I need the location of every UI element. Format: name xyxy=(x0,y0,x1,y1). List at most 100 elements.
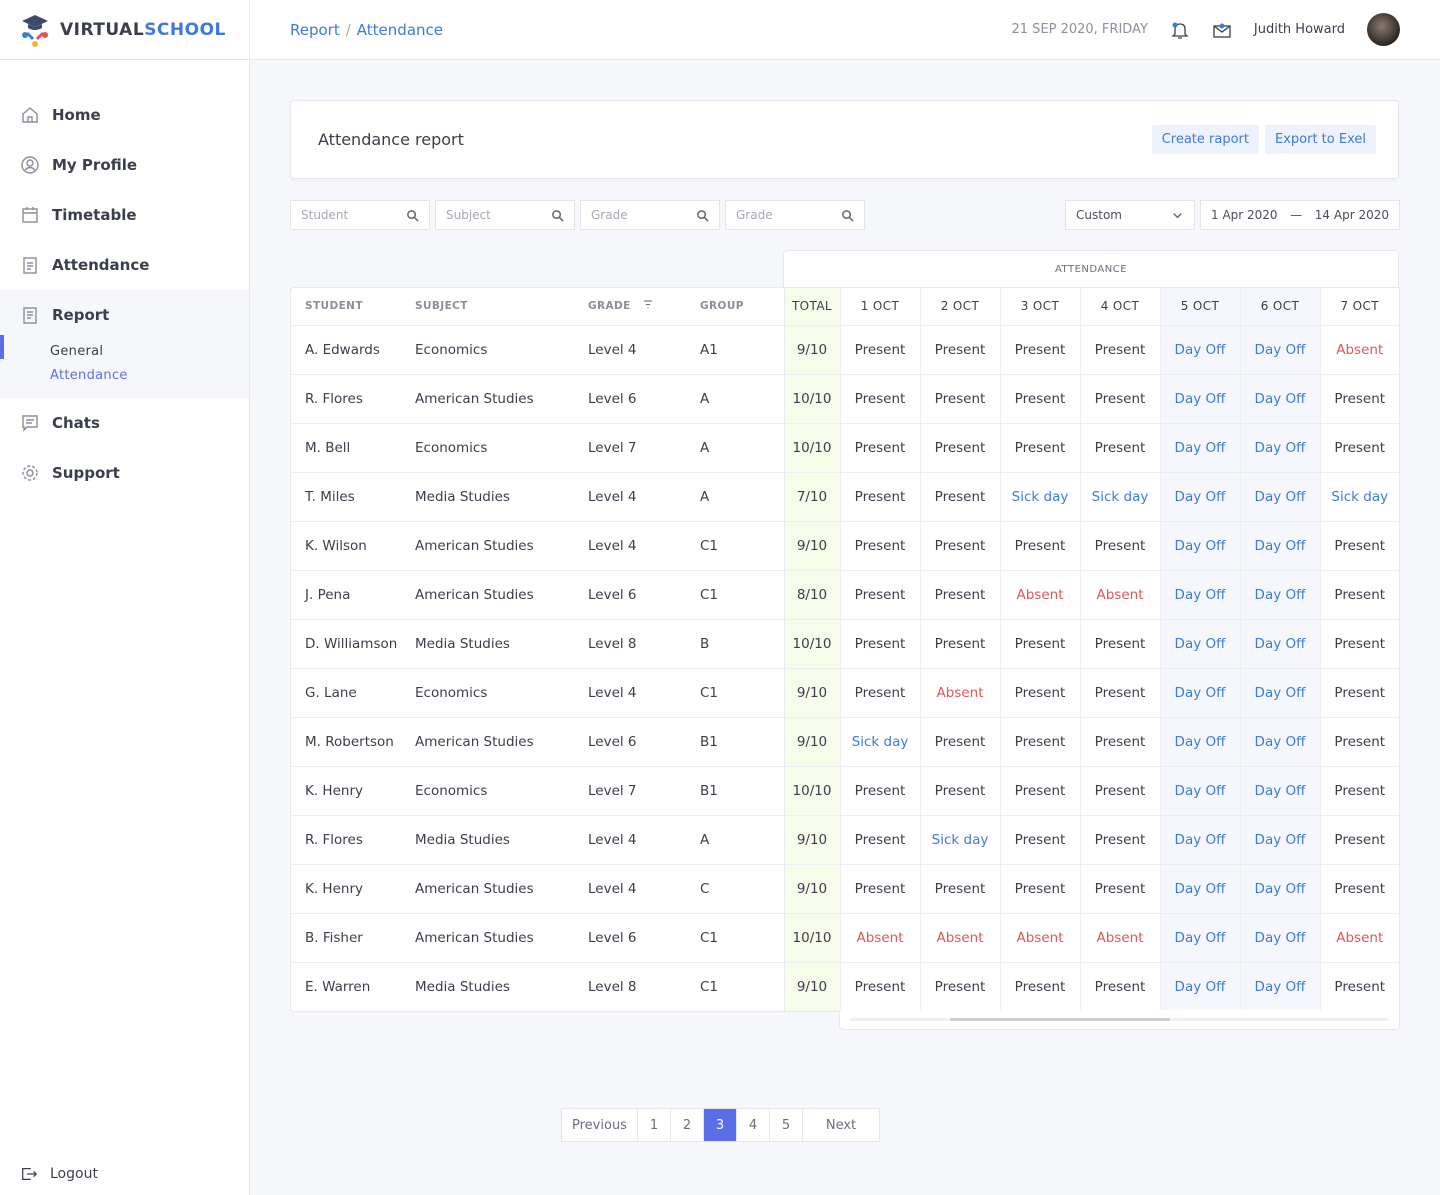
total-cell: 9/10 xyxy=(783,864,840,914)
table-row[interactable]: M. Bell Economics Level 7 A 10/10 Present Pres… xyxy=(291,423,1399,473)
table-row[interactable]: K. Wilson American Studies Level 4 C1 9/10 Pr… xyxy=(291,521,1399,571)
sidebar-sub-general[interactable]: General xyxy=(0,340,249,364)
total-cell: 8/10 xyxy=(783,570,840,620)
subject-cell: Economics xyxy=(401,668,574,718)
table-row[interactable]: R. Flores American Studies Level 6 A 10/10 Pr… xyxy=(291,374,1399,424)
column-label: TOTAL xyxy=(791,299,833,314)
attendance-cell: Present xyxy=(999,668,1080,718)
pagination: Previous 1 2 3 4 5 Next xyxy=(561,1108,880,1142)
column-header-subject[interactable]: SUBJECT xyxy=(401,288,574,326)
sidebar-item-timetable[interactable]: Timetable xyxy=(0,190,249,240)
student-cell: T. Miles xyxy=(291,472,401,522)
attendance-cell: Absent xyxy=(919,913,1000,963)
grade-search-input-2[interactable]: Grade xyxy=(725,200,865,230)
page-2-button[interactable]: 2 xyxy=(671,1109,704,1141)
range-select[interactable]: Custom xyxy=(1065,200,1195,230)
page-3-button[interactable]: 3 xyxy=(704,1109,737,1141)
total-cell: 9/10 xyxy=(783,717,840,767)
column-header-grade[interactable]: GRADE xyxy=(574,288,686,326)
attendance-cell: Present xyxy=(1319,864,1399,914)
sidebar-item-my-profile[interactable]: My Profile xyxy=(0,140,249,190)
date-range-input[interactable]: 1 Apr 2020 — 14 Apr 2020 xyxy=(1200,200,1400,230)
student-cell: K. Henry xyxy=(291,864,401,914)
group-cell: C1 xyxy=(686,668,784,718)
breadcrumb-attendance[interactable]: Attendance xyxy=(357,21,443,39)
current-date: 21 SEP 2020, FRIDAY xyxy=(1011,22,1148,37)
table-row[interactable]: B. Fisher American Studies Level 6 C1 10/10 A… xyxy=(291,913,1399,963)
column-header-1-oct[interactable]: 1 OCT xyxy=(839,288,920,326)
subject-search-input[interactable]: Subject xyxy=(435,200,575,230)
table-row[interactable]: E. Warren Media Studies Level 8 C1 9/10 Prese… xyxy=(291,962,1399,1011)
attendance-cell: Present xyxy=(999,325,1080,375)
grade-search-input[interactable]: Grade xyxy=(580,200,720,230)
subject-cell: Media Studies xyxy=(401,619,574,669)
topbar: Report / Attendance 21 SEP 2020, FRIDAY Ju… xyxy=(250,0,1440,60)
table-row[interactable]: T. Miles Media Studies Level 4 A 7/10 Present… xyxy=(291,472,1399,522)
column-header-student[interactable]: STUDENT xyxy=(291,288,401,326)
attendance-cell: Present xyxy=(999,521,1080,571)
total-cell: 10/10 xyxy=(783,766,840,816)
attendance-cell: Absent xyxy=(919,668,1000,718)
page-1-button[interactable]: 1 xyxy=(638,1109,671,1141)
filter-icon[interactable] xyxy=(643,300,653,309)
student-cell: R. Flores xyxy=(291,815,401,865)
table-row[interactable]: R. Flores Media Studies Level 4 A 9/10 Presen… xyxy=(291,815,1399,865)
group-cell: A xyxy=(686,472,784,522)
bell-icon[interactable] xyxy=(1170,20,1190,40)
horizontal-scrollbar[interactable] xyxy=(839,1010,1400,1030)
breadcrumb-report[interactable]: Report xyxy=(290,21,340,39)
page-title: Attendance report xyxy=(318,130,464,149)
column-header-total[interactable]: TOTAL xyxy=(783,288,840,326)
table-row[interactable]: M. Robertson American Studies Level 6 B1 9/1… xyxy=(291,717,1399,767)
table-row[interactable]: G. Lane Economics Level 4 C1 9/10 Present Abse… xyxy=(291,668,1399,718)
user-name[interactable]: Judith Howard xyxy=(1254,22,1345,37)
column-header-5-oct[interactable]: 5 OCT xyxy=(1159,288,1240,326)
sidebar-item-attendance[interactable]: Attendance xyxy=(0,240,249,290)
table-row[interactable]: K. Henry American Studies Level 4 C 9/10 Pres… xyxy=(291,864,1399,914)
mail-icon[interactable] xyxy=(1212,20,1232,40)
sidebar-item-report[interactable]: Report xyxy=(0,290,249,340)
group-cell: C1 xyxy=(700,978,719,995)
previous-button[interactable]: Previous xyxy=(562,1109,638,1141)
attendance-cell: Day Off xyxy=(1239,619,1320,669)
table-row[interactable]: J. Pena American Studies Level 6 C1 8/10 Pres… xyxy=(291,570,1399,620)
column-header-2-oct[interactable]: 2 OCT xyxy=(919,288,1000,326)
attendance-cell: Day Off xyxy=(1239,570,1320,620)
column-header-3-oct[interactable]: 3 OCT xyxy=(999,288,1080,326)
attendance-cell: Present xyxy=(1319,668,1399,718)
attendance-group-header: ATTENDANCE xyxy=(783,250,1399,288)
export-excel-button[interactable]: Export to Exel xyxy=(1265,125,1376,154)
total-cell: 9/10 xyxy=(783,962,840,1011)
group-cell: A xyxy=(686,374,784,424)
column-header-6-oct[interactable]: 6 OCT xyxy=(1239,288,1320,326)
logo[interactable]: VIRTUALSCHOOL xyxy=(0,0,249,60)
logout-button[interactable]: Logout xyxy=(20,1165,98,1183)
column-header-4-oct[interactable]: 4 OCT xyxy=(1079,288,1160,326)
attendance-cell: Day Off xyxy=(1159,913,1240,963)
page-4-button[interactable]: 4 xyxy=(737,1109,770,1141)
attendance-cell: Present xyxy=(1079,717,1160,767)
table-row[interactable]: D. Williamson Media Studies Level 8 B 10/10 P… xyxy=(291,619,1399,669)
sidebar-item-home[interactable]: Home xyxy=(0,90,249,140)
column-header-group[interactable]: GROUP xyxy=(686,288,784,326)
logo-icon xyxy=(22,14,48,47)
sidebar-item-support[interactable]: Support xyxy=(0,448,249,498)
attendance-cell: Present xyxy=(839,325,920,375)
student-search-input[interactable]: Student xyxy=(290,200,430,230)
sidebar-item-chats[interactable]: Chats xyxy=(0,398,249,448)
next-button[interactable]: Next xyxy=(803,1109,879,1141)
attendance-cell: Present xyxy=(1079,962,1160,1011)
avatar[interactable] xyxy=(1367,13,1400,46)
attendance-cell: Day Off xyxy=(1239,815,1320,865)
column-header-7-oct[interactable]: 7 OCT xyxy=(1319,288,1399,326)
table-row[interactable]: K. Henry Economics Level 7 B1 10/10 Present Pr… xyxy=(291,766,1399,816)
table-row[interactable]: A. Edwards Economics Level 4 A1 9/10 Present P… xyxy=(291,325,1399,375)
attendance-cell: Present xyxy=(1079,815,1160,865)
page-5-button[interactable]: 5 xyxy=(770,1109,803,1141)
brand-part1: VIRTUAL xyxy=(60,19,145,40)
column-label: GROUP xyxy=(700,300,744,313)
sidebar-sub-attendance[interactable]: Attendance xyxy=(0,364,249,388)
scrollbar-thumb[interactable] xyxy=(950,1018,1170,1021)
create-report-button[interactable]: Create raport xyxy=(1151,125,1259,154)
student-cell: D. Williamson xyxy=(291,619,401,669)
